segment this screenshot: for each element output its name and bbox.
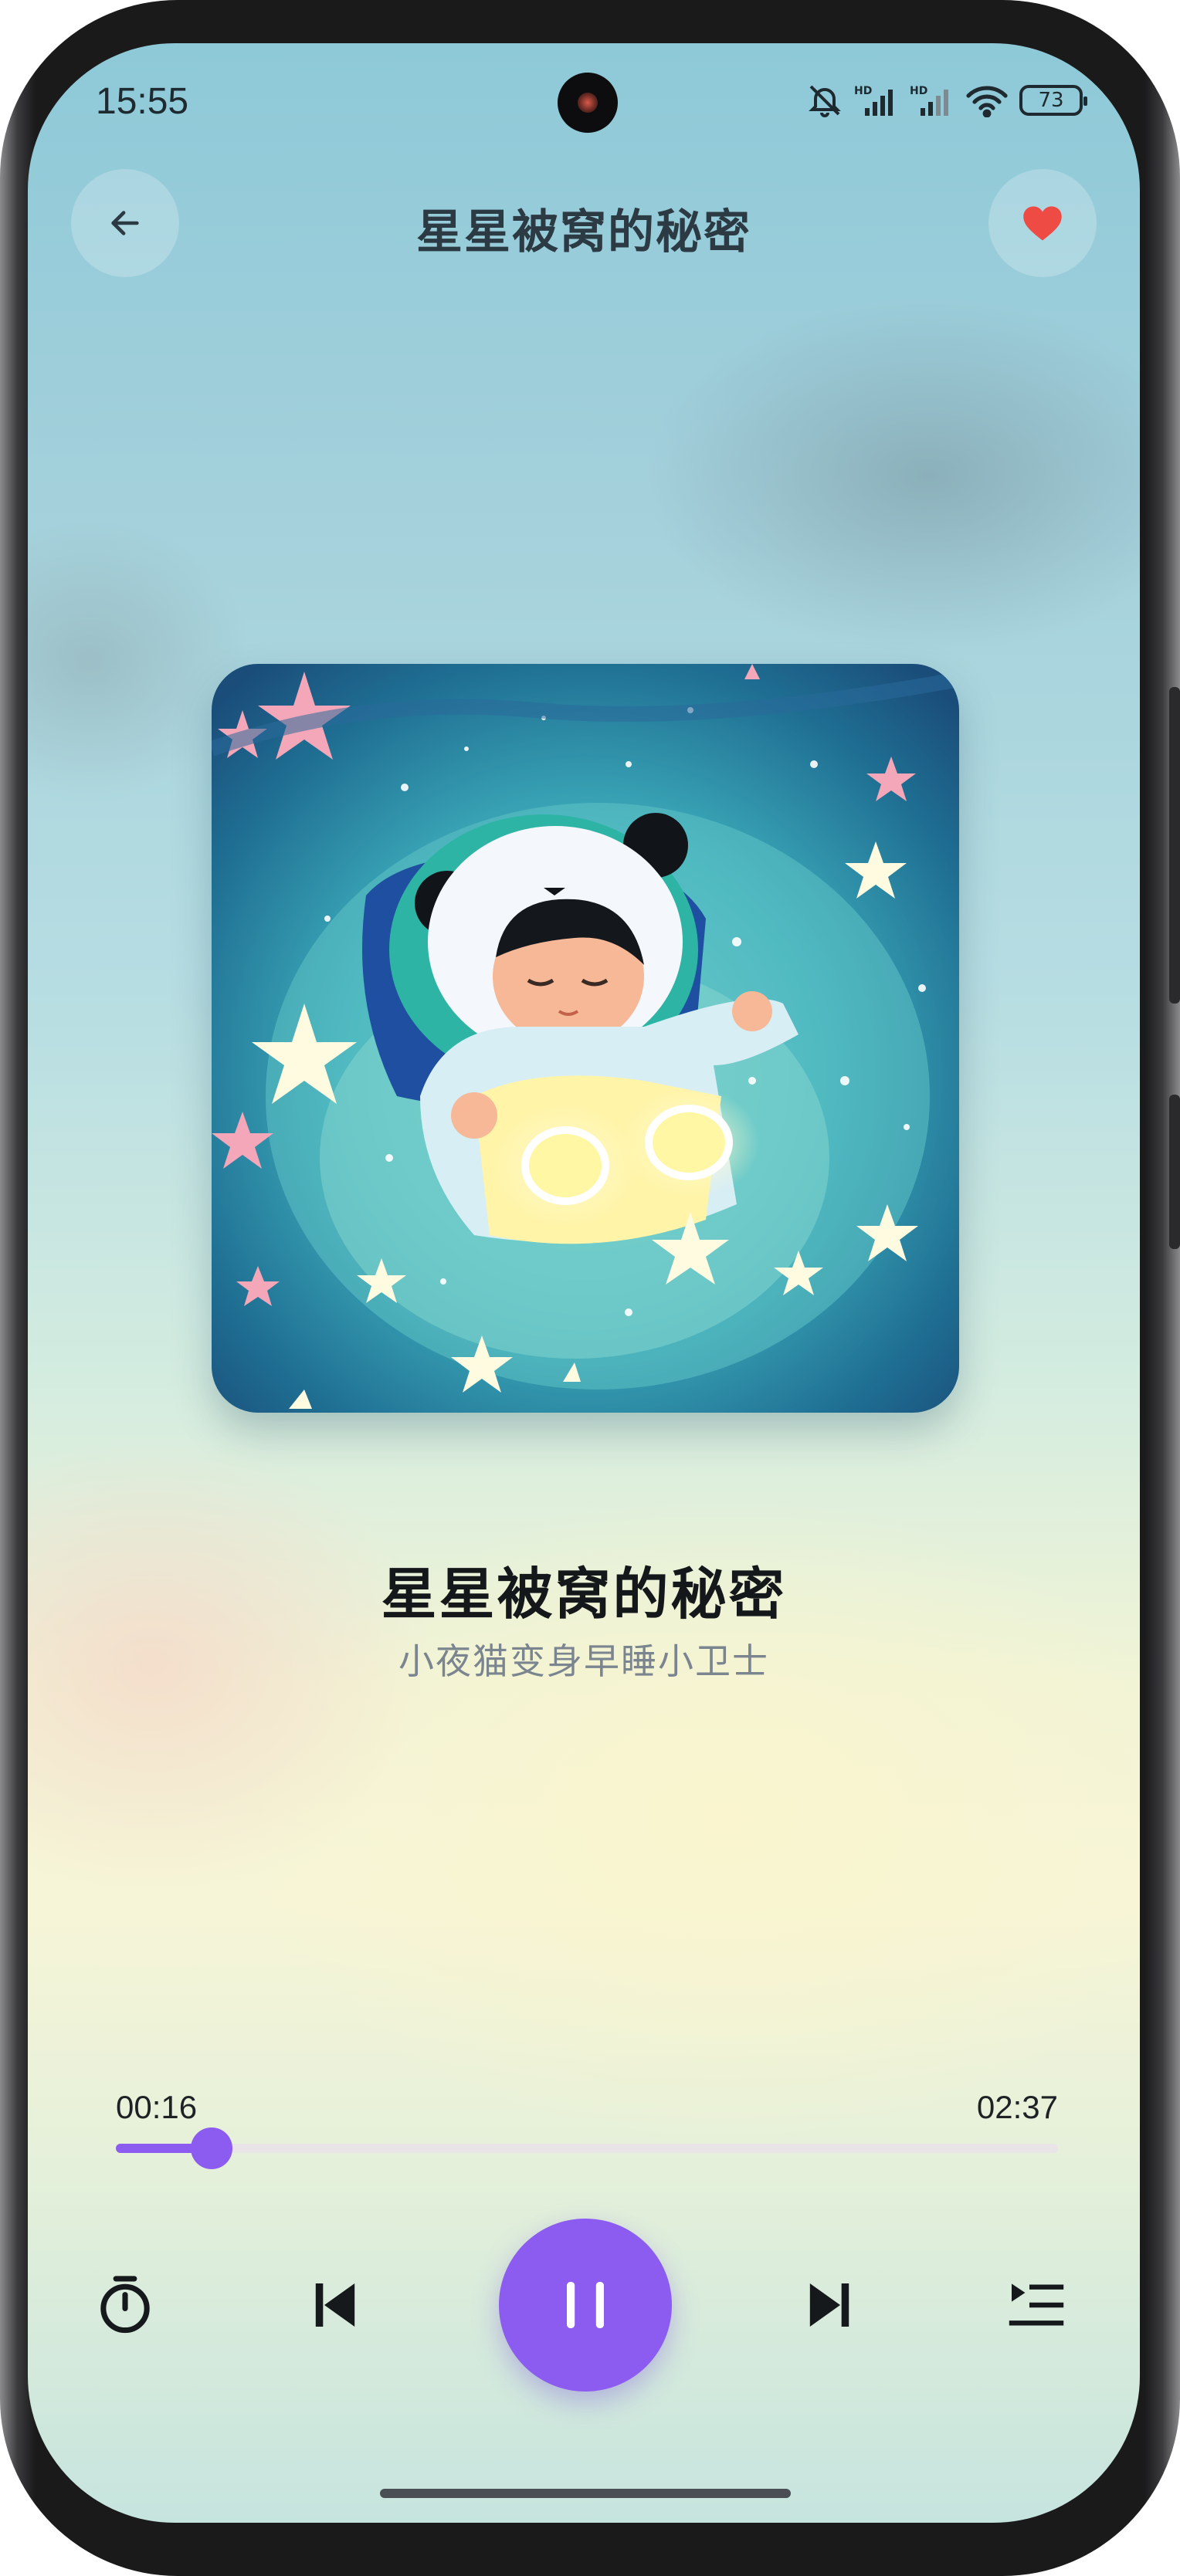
heart-icon [1023, 206, 1062, 241]
power-button [1169, 1095, 1180, 1249]
total-duration: 02:37 [976, 2089, 1058, 2125]
svg-text:HD: HD [854, 85, 872, 97]
cover-illustration [212, 664, 959, 1413]
signal-hd-icon-2: HD [910, 85, 948, 116]
skip-next-icon [809, 2283, 849, 2327]
favorite-button[interactable] [988, 169, 1097, 277]
page-title: 星星被窝的秘密 [416, 205, 751, 259]
album-cover [212, 664, 959, 1413]
screen: 15:55 HD HD 73 星星被窝的秘密 星星被窝的秘密 小夜猫变身早睡小卫… [28, 43, 1140, 2523]
sleep-timer-button[interactable] [86, 2266, 164, 2344]
track-subtitle: 小夜猫变身早睡小卫士 [398, 1640, 769, 1682]
battery-indicator: 73 [1019, 85, 1087, 116]
signal-hd-icon: HD [854, 85, 893, 116]
elapsed-time: 00:16 [116, 2089, 198, 2125]
svg-text:HD: HD [910, 85, 927, 97]
playlist-button[interactable] [998, 2266, 1075, 2344]
silent-bell-icon [809, 85, 841, 117]
pause-button[interactable] [499, 2219, 672, 2392]
next-button[interactable] [791, 2266, 868, 2344]
previous-button[interactable] [297, 2266, 374, 2344]
status-time: 15:55 [96, 81, 189, 122]
pause-icon [567, 2282, 604, 2328]
battery-level: 73 [1038, 89, 1064, 112]
skip-previous-icon [315, 2283, 355, 2327]
front-camera [558, 73, 618, 133]
playlist-icon [1009, 2283, 1064, 2326]
wifi-icon [966, 86, 1008, 117]
track-title: 星星被窝的秘密 [381, 1562, 787, 1627]
status-icons: HD HD 73 [806, 77, 1087, 124]
phone-frame: 15:55 HD HD 73 星星被窝的秘密 星星被窝的秘密 小夜猫变身早睡小卫… [0, 0, 1180, 2576]
timer-icon [100, 2276, 150, 2334]
home-indicator[interactable] [380, 2489, 791, 2498]
progress-thumb[interactable] [191, 2127, 233, 2169]
volume-button [1169, 687, 1180, 1004]
progress-bar[interactable] [116, 2127, 1058, 2169]
